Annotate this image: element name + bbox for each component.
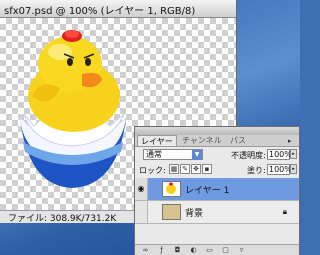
lock-label: ロック: <box>139 166 166 175</box>
mask-icon[interactable]: ◘ <box>173 246 182 254</box>
layer-name: レイヤー 1 <box>185 186 230 196</box>
chevron-down-icon: ▼ <box>192 150 202 160</box>
fill-field[interactable]: 100% <box>267 164 292 175</box>
layers-palette[interactable]: レイヤー チャンネル パス ▸ 通常 ▼ 不透明度: 100% ▸ ロック: ▦… <box>134 126 300 255</box>
fx-icon[interactable]: ƒ <box>157 246 166 254</box>
folder-icon[interactable]: ▭ <box>205 246 214 254</box>
lock-transparency-icon[interactable]: ▦ <box>169 164 179 174</box>
palette-tabs: レイヤー チャンネル パス <box>135 135 299 147</box>
trash-icon[interactable]: ▿ <box>237 246 246 254</box>
new-layer-icon[interactable]: ▢ <box>221 246 230 254</box>
tab-channels[interactable]: チャンネル <box>179 135 225 146</box>
lock-move-icon[interactable]: ✥ <box>191 164 201 174</box>
palette-menu-icon[interactable]: ▸ <box>288 137 296 145</box>
adjustment-icon[interactable]: ◐ <box>189 246 198 254</box>
layer-row-background[interactable]: 背景 🔒︎ <box>135 201 299 224</box>
palette-bottom-bar: ∞ ƒ ◘ ◐ ▭ ▢ ▿ <box>135 244 299 255</box>
document-title: sfx07.psd @ 100% (レイヤー 1, RGB/8) <box>4 6 196 17</box>
palette-titlebar[interactable] <box>135 127 299 135</box>
layer-thumbnail <box>162 181 181 197</box>
fill-stepper[interactable]: ▸ <box>290 164 297 174</box>
tab-layers[interactable]: レイヤー <box>137 135 177 146</box>
blend-mode-value: 通常 <box>146 150 162 159</box>
visibility-toggle[interactable] <box>135 201 148 223</box>
layer-row-layer1[interactable]: ◉ レイヤー 1 <box>135 178 299 201</box>
document-titlebar[interactable]: sfx07.psd @ 100% (レイヤー 1, RGB/8) <box>0 0 236 18</box>
fill-label: 塗り: <box>247 166 266 175</box>
lock-all-icon[interactable]: ▪ <box>202 164 212 174</box>
tab-paths[interactable]: パス <box>227 135 249 146</box>
opacity-field[interactable]: 100% <box>267 149 292 160</box>
eye-icon[interactable]: ◉ <box>135 178 148 200</box>
file-size-status: ファイル: 308.9K/731.2K <box>8 214 117 224</box>
lock-paint-icon[interactable]: ✎ <box>180 164 190 174</box>
link-icon[interactable]: ∞ <box>141 246 150 254</box>
opacity-label: 不透明度: <box>231 151 266 160</box>
layer-thumbnail <box>162 204 181 220</box>
layer-name: 背景 <box>185 209 204 219</box>
lock-icon: 🔒︎ <box>282 207 287 216</box>
blend-mode-select[interactable]: 通常 ▼ <box>143 149 203 160</box>
opacity-stepper[interactable]: ▸ <box>290 149 297 159</box>
